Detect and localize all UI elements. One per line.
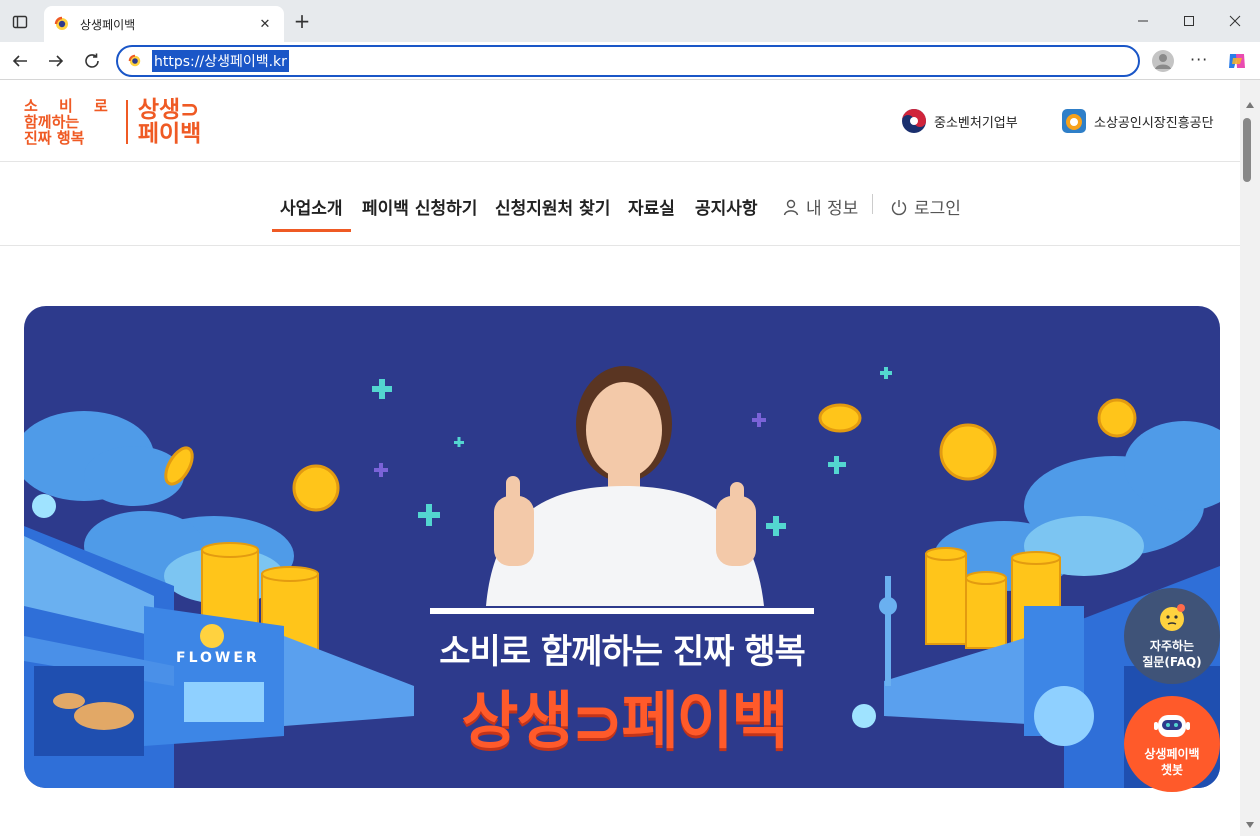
logo-divider <box>125 100 128 144</box>
copilot-icon[interactable] <box>1226 50 1248 72</box>
tab-title: 상생페이백 <box>80 17 136 32</box>
logo-brand: 상생⊃ 페이백 <box>138 98 201 146</box>
chatbot-label: 상생페이백 <box>1144 747 1200 761</box>
org-semas-label: 소상공인시장진흥공단 <box>1094 115 1214 131</box>
org-mss-link[interactable]: 중소벤처기업부 <box>900 107 1018 135</box>
page-viewport: 소 비 로 함께하는 진짜 행복 상생⊃ 페이백 중소벤처기업부 소상공인시장진… <box>0 80 1240 836</box>
hero-banner[interactable]: FLOWER 소비로 함께하는 진짜 행복 상생⊃페이백 <box>24 306 1220 788</box>
forward-icon[interactable] <box>46 51 66 71</box>
slogan-line: 소 비 로 <box>24 97 116 115</box>
scroll-up-icon[interactable] <box>1246 102 1254 108</box>
close-icon[interactable]: ✕ <box>256 15 274 33</box>
banner-brand: 상생⊃페이백 <box>461 684 788 757</box>
address-bar[interactable]: https://상생페이백.kr <box>116 45 1140 77</box>
address-toolbar: https://상생페이백.kr ··· <box>0 42 1260 80</box>
reload-icon[interactable] <box>82 51 102 71</box>
my-info-label: 내 정보 <box>806 199 859 219</box>
org-semas-link[interactable]: 소상공인시장진흥공단 <box>1060 107 1214 135</box>
site-logo[interactable]: 소 비 로 함께하는 진짜 행복 상생⊃ 페이백 <box>24 98 201 146</box>
scroll-thumb[interactable] <box>1243 118 1251 182</box>
window-close-icon[interactable] <box>1224 10 1246 32</box>
brand-line: 상생⊃ <box>137 97 200 123</box>
robot-icon <box>1154 715 1190 737</box>
profile-icon[interactable] <box>1152 50 1174 72</box>
semas-logo-icon <box>1062 109 1086 133</box>
scroll-down-icon[interactable] <box>1246 822 1254 828</box>
nav-item-notices[interactable]: 공지사항 <box>695 194 758 219</box>
slogan-line: 진짜 행복 <box>24 129 85 147</box>
browser-tab-bar: 상생페이백 ✕ + <box>0 0 1260 42</box>
nav-item-resources[interactable]: 자료실 <box>628 194 675 219</box>
thinking-face-icon <box>1160 604 1185 631</box>
power-icon <box>891 199 907 215</box>
nav-item-apply[interactable]: 페이백 신청하기 <box>362 194 477 219</box>
more-icon[interactable]: ··· <box>1190 50 1208 69</box>
faq-button[interactable]: 자주하는 질문(FAQ) <box>1124 588 1220 684</box>
logo-slogan: 소 비 로 함께하는 진짜 행복 <box>24 98 116 146</box>
faq-label: 자주하는 <box>1149 639 1195 653</box>
site-header: 소 비 로 함께하는 진짜 행복 상생⊃ 페이백 중소벤처기업부 소상공인시장진… <box>0 80 1240 162</box>
faq-label: 질문(FAQ) <box>1142 655 1202 669</box>
main-nav: 사업소개 페이백 신청하기 신청지원처 찾기 자료실 공지사항 내 정보 로그인 <box>0 162 1240 246</box>
my-info-link[interactable]: 내 정보 <box>782 194 858 219</box>
chatbot-button[interactable]: 상생페이백 챗봇 <box>1124 696 1220 792</box>
minimize-icon[interactable] <box>1132 10 1154 32</box>
new-tab-icon[interactable]: + <box>292 11 312 32</box>
chatbot-label: 챗봇 <box>1160 763 1184 777</box>
maximize-icon[interactable] <box>1178 10 1200 32</box>
banner-headline: 소비로 함께하는 진짜 행복 <box>439 632 806 672</box>
user-icon <box>783 199 799 215</box>
favicon <box>128 54 141 67</box>
brand-line: 페이백 <box>137 121 202 147</box>
login-label: 로그인 <box>914 199 961 219</box>
url-text[interactable]: https://상생페이백.kr <box>152 50 289 72</box>
favicon <box>54 16 68 30</box>
headline-rule <box>430 608 814 614</box>
shop-sign: FLOWER <box>176 650 260 666</box>
login-link[interactable]: 로그인 <box>890 194 961 219</box>
nav-item-find-center[interactable]: 신청지원처 찾기 <box>495 194 610 219</box>
back-icon[interactable] <box>10 51 30 71</box>
tab-actions-icon[interactable] <box>8 10 32 34</box>
slogan-line: 함께하는 <box>24 113 80 131</box>
nav-item-intro[interactable]: 사업소개 <box>272 194 351 232</box>
browser-tab[interactable]: 상생페이백 ✕ <box>44 6 284 42</box>
org-mss-label: 중소벤처기업부 <box>934 115 1018 131</box>
nav-divider <box>872 194 873 214</box>
page-scrollbar[interactable] <box>1240 80 1260 836</box>
taegeuk-emblem-icon <box>902 109 926 133</box>
